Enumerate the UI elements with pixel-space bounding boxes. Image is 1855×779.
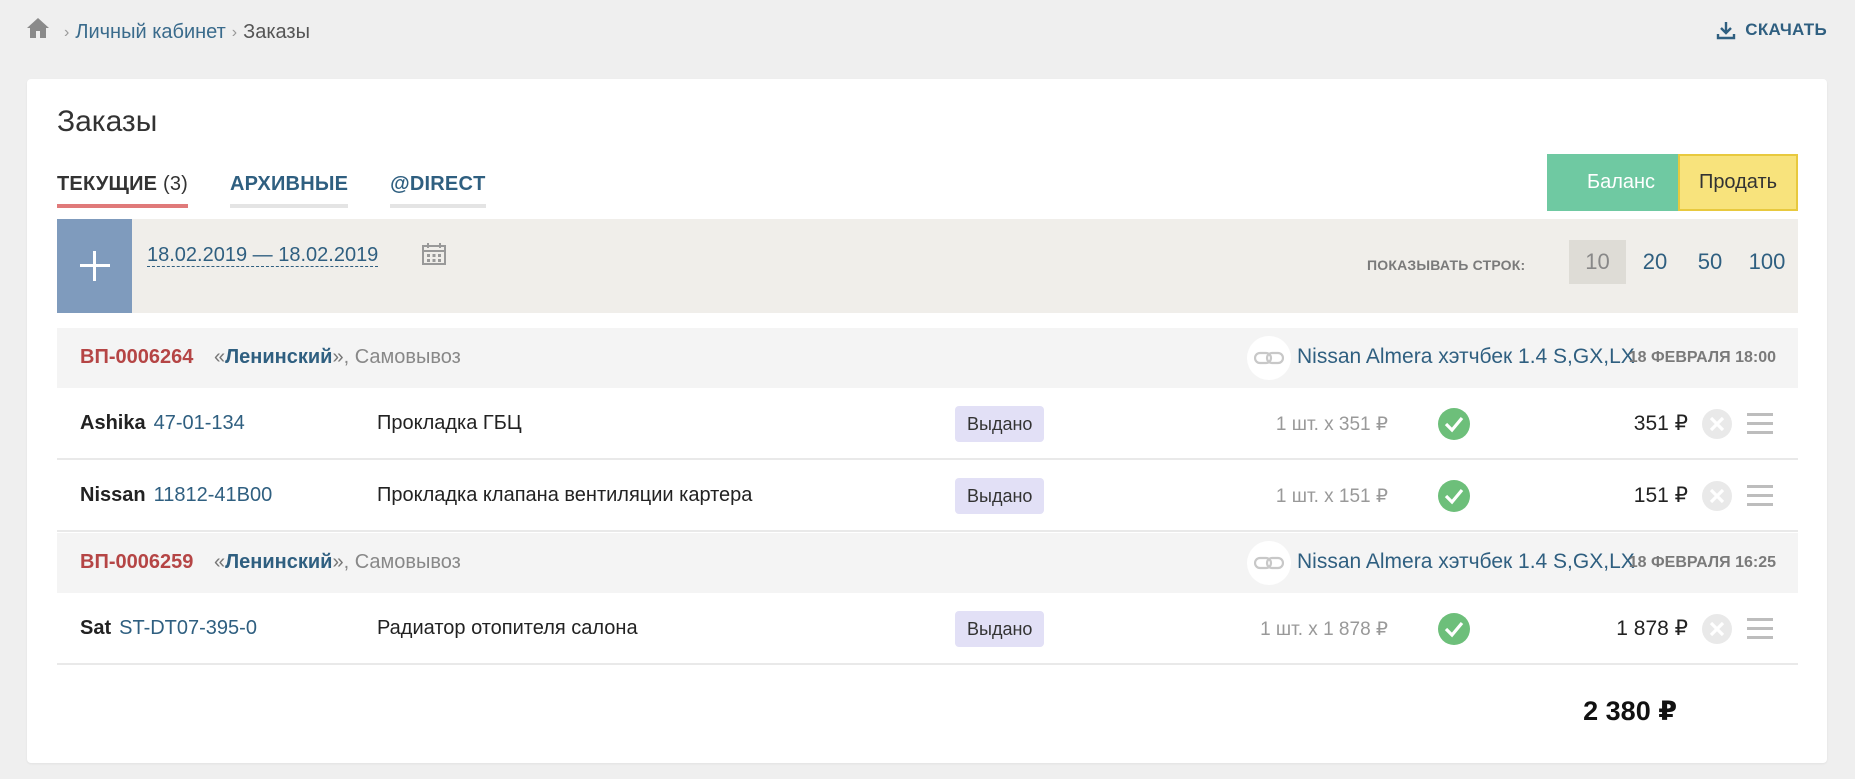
rows-option-10[interactable]: 10	[1569, 240, 1626, 284]
item-article[interactable]: 47-01-134	[154, 412, 245, 434]
item-quantity: 1 шт. x 351 ₽	[1275, 414, 1388, 435]
download-icon	[1717, 22, 1736, 40]
home-icon[interactable]	[26, 17, 50, 39]
orders-card: Заказы ТЕКУЩИЕ (3) АРХИВНЫЕ @DIRECT Бала…	[27, 79, 1827, 763]
order-date: 18 ФЕВРАЛЯ 18:00	[1628, 349, 1776, 366]
chevron-right-icon: ›	[231, 23, 238, 41]
link-icon[interactable]	[1247, 336, 1291, 380]
item-brand: Sat ST-DT07-395-0	[80, 617, 257, 640]
item-price: 151 ₽	[1633, 484, 1688, 507]
rows-per-page-label: ПОКАЗЫВАТЬ СТРОК:	[1367, 257, 1526, 273]
car-name[interactable]: Nissan Almera хэтчбек 1.4 S,GX,LX	[1297, 550, 1635, 574]
rows-option-20[interactable]: 20	[1632, 240, 1678, 284]
item-article[interactable]: 11812-41B00	[154, 484, 273, 506]
tab-current[interactable]: ТЕКУЩИЕ (3)	[57, 173, 189, 208]
order-header: ВП-0006259 «Ленинский», Самовывоз Nissan…	[57, 533, 1798, 593]
brand-name: Nissan	[80, 484, 146, 506]
status-badge: Выдано	[955, 406, 1045, 442]
date-range-picker[interactable]: 18.02.2019 — 18.02.2019	[147, 244, 379, 267]
order-header: ВП-0006264 «Ленинский», Самовывоз Nissan…	[57, 328, 1798, 388]
tab-current-label: ТЕКУЩИЕ	[57, 173, 158, 195]
top-bar: › Личный кабинет › Заказы СКАЧАТЬ	[0, 0, 1855, 66]
tab-current-count: (3)	[162, 173, 189, 195]
item-quantity: 1 шт. x 1 878 ₽	[1260, 619, 1388, 640]
rows-option-50[interactable]: 50	[1687, 240, 1733, 284]
menu-icon[interactable]	[1747, 413, 1775, 435]
breadcrumb-current: Заказы	[243, 21, 310, 43]
chevron-right-icon: ›	[64, 23, 70, 41]
item-name: Радиатор отопителя салона	[377, 617, 638, 639]
filter-bar: 18.02.2019 — 18.02.2019 ПОКАЗЫВАТЬ СТРОК…	[57, 219, 1798, 313]
brand-name: Sat	[80, 617, 112, 639]
tab-archive[interactable]: АРХИВНЫЕ	[230, 173, 349, 208]
order-store: «Ленинский», Самовывоз	[214, 551, 461, 573]
order-item-row: Nissan 11812-41B00 Прокладка клапана вент…	[57, 460, 1798, 532]
delivery-method: Самовывоз	[354, 346, 461, 368]
order-item-row: Ashika 47-01-134 Прокладка ГБЦ Выдано 1 ш…	[57, 388, 1798, 460]
check-circle-icon	[1438, 408, 1470, 440]
cancel-circle-icon[interactable]	[1701, 613, 1733, 645]
order-date: 18 ФЕВРАЛЯ 16:25	[1628, 554, 1776, 571]
download-button[interactable]: СКАЧАТЬ	[1716, 20, 1827, 40]
breadcrumb: › Личный кабинет › Заказы	[64, 21, 310, 44]
menu-icon[interactable]	[1747, 618, 1775, 640]
menu-icon[interactable]	[1747, 485, 1775, 507]
download-label: СКАЧАТЬ	[1745, 20, 1827, 39]
order-tabs: ТЕКУЩИЕ (3) АРХИВНЫЕ @DIRECT	[57, 173, 528, 208]
item-brand: Nissan 11812-41B00	[80, 484, 272, 507]
item-quantity: 1 шт. x 151 ₽	[1275, 486, 1388, 507]
page-title: Заказы	[57, 105, 158, 138]
balance-button[interactable]: Баланс	[1547, 154, 1695, 211]
rows-option-100[interactable]: 100	[1739, 240, 1795, 284]
delivery-method: Самовывоз	[354, 551, 461, 573]
check-circle-icon	[1438, 613, 1470, 645]
car-name[interactable]: Nissan Almera хэтчбек 1.4 S,GX,LX	[1297, 345, 1635, 369]
item-price: 351 ₽	[1633, 412, 1688, 435]
store-name[interactable]: Ленинский	[225, 346, 332, 368]
breadcrumb-link-account[interactable]: Личный кабинет	[75, 21, 225, 44]
order-store: «Ленинский», Самовывоз	[214, 346, 461, 368]
order-item-row: Sat ST-DT07-395-0 Радиатор отопителя сало…	[57, 593, 1798, 665]
order-id[interactable]: ВП-0006264	[80, 346, 193, 369]
brand-name: Ashika	[80, 412, 146, 434]
item-article[interactable]: ST-DT07-395-0	[119, 617, 257, 639]
item-name: Прокладка клапана вентиляции картера	[377, 484, 753, 506]
status-badge: Выдано	[955, 478, 1045, 514]
item-price: 1 878 ₽	[1616, 617, 1688, 640]
tab-direct[interactable]: @DIRECT	[390, 173, 486, 208]
check-circle-icon	[1438, 480, 1470, 512]
cancel-circle-icon[interactable]	[1701, 480, 1733, 512]
sell-button[interactable]: Продать	[1678, 154, 1798, 211]
link-icon[interactable]	[1247, 541, 1291, 585]
status-badge: Выдано	[955, 611, 1045, 647]
item-brand: Ashika 47-01-134	[80, 412, 245, 435]
cancel-circle-icon[interactable]	[1701, 408, 1733, 440]
calendar-icon[interactable]	[421, 242, 447, 266]
store-name[interactable]: Ленинский	[225, 551, 332, 573]
orders-total: 2 380 ₽	[1583, 696, 1677, 726]
item-name: Прокладка ГБЦ	[377, 412, 522, 434]
order-id[interactable]: ВП-0006259	[80, 551, 193, 574]
add-order-button[interactable]	[57, 219, 132, 313]
